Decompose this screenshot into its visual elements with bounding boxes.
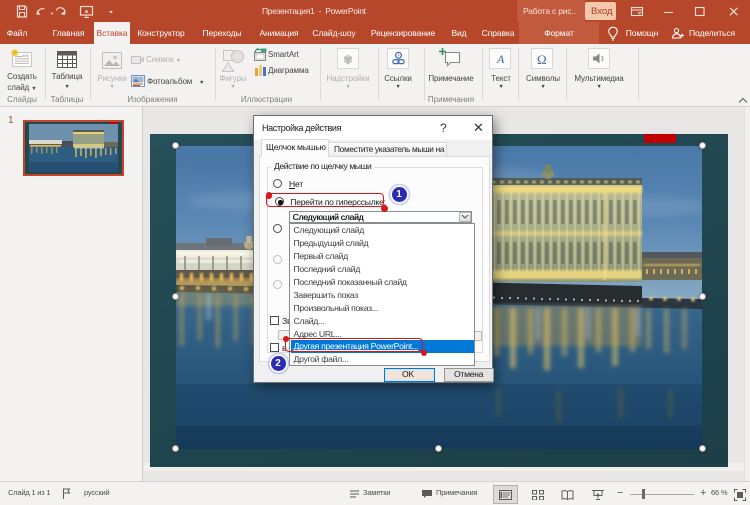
svg-text:A: A — [496, 52, 505, 65]
svg-text:Ω: Ω — [537, 52, 547, 66]
